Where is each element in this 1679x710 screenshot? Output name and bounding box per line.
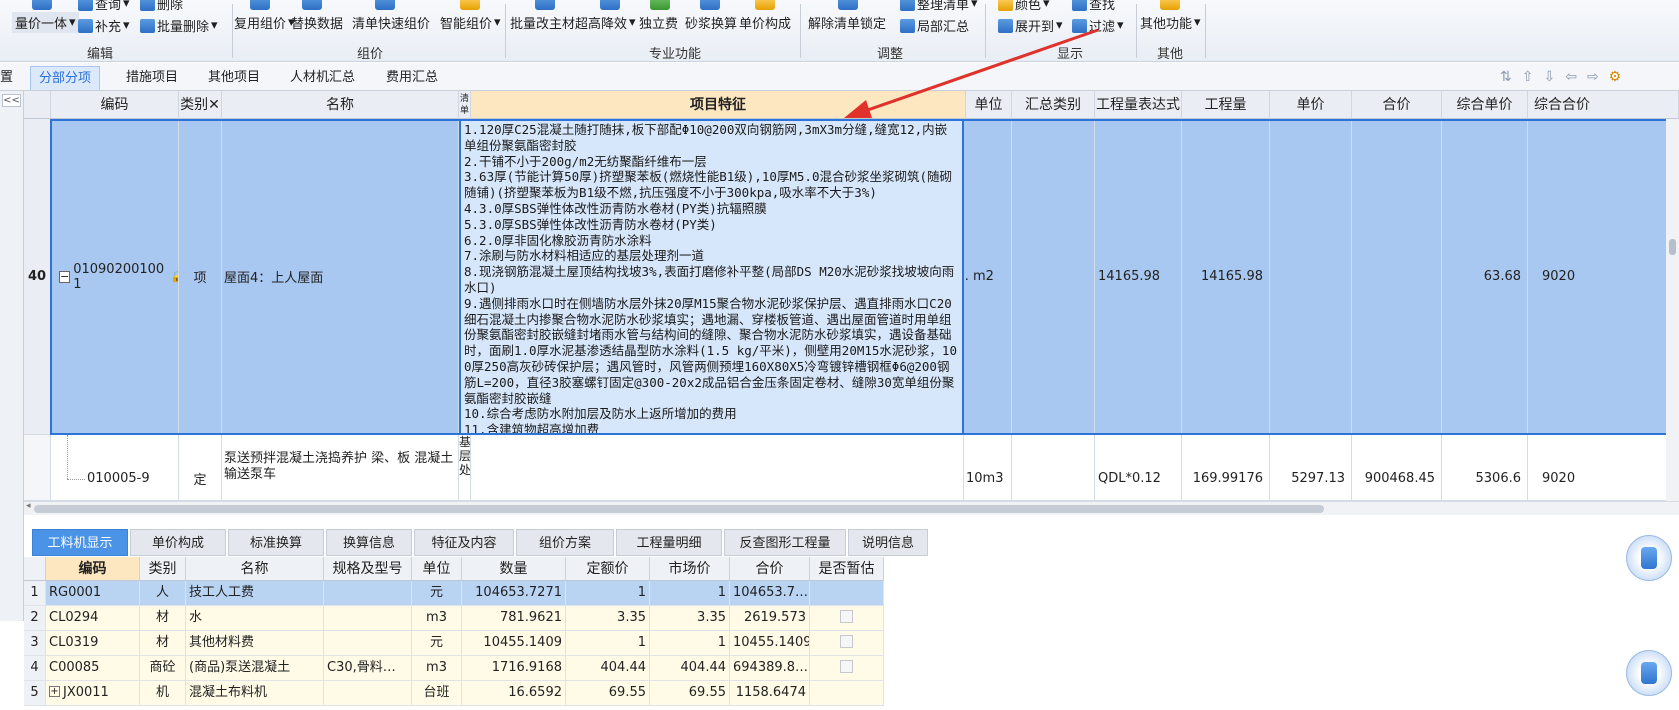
table-row-name[interactable]: 混凝土布料机	[186, 681, 324, 706]
table-row-market[interactable]: 1	[650, 581, 730, 606]
table-row-type[interactable]: 材	[140, 606, 186, 631]
table-row-qty[interactable]: 16.6592	[462, 681, 566, 706]
table-row-code[interactable]: CL0294	[46, 606, 140, 631]
tab-qty-detail[interactable]: 工程量明细	[616, 529, 722, 556]
bheader-market-price[interactable]: 市场价	[650, 557, 730, 581]
vertical-scrollbar[interactable]	[1666, 119, 1679, 501]
table-row-market[interactable]: 1	[650, 631, 730, 656]
table-row-unit[interactable]: m3	[412, 656, 462, 681]
scroll-thumb[interactable]	[1669, 239, 1676, 255]
table-row-unit[interactable]: 台班	[412, 681, 462, 706]
table-row-market[interactable]: 404.44	[650, 656, 730, 681]
table-row-type[interactable]: 商砼	[140, 656, 186, 681]
table-row-unit[interactable]: 元	[412, 631, 462, 656]
table-row-spec[interactable]	[324, 606, 412, 631]
assistant-bubble[interactable]	[1626, 535, 1672, 581]
bheader-total[interactable]: 合价	[730, 557, 810, 581]
bheader-type[interactable]: 类别	[140, 557, 186, 581]
bheader-code[interactable]: 编码	[46, 557, 140, 581]
table-row-qty[interactable]: 781.9621	[462, 606, 566, 631]
table-row-code[interactable]: C00085	[46, 656, 140, 681]
tab-features-content[interactable]: 特征及内容	[414, 529, 514, 556]
labor-material-table: 编码 类别 名称 规格及型号 单位 数量 定额价 市场价 合价 是否暂估 1 RG…	[24, 557, 924, 710]
table-row-type[interactable]: 机	[140, 681, 186, 706]
table-row-total[interactable]: 104653.7…	[730, 581, 810, 606]
table-row-name[interactable]: 技工人工费	[186, 581, 324, 606]
table-row-name[interactable]: 其他材料费	[186, 631, 324, 656]
table-row-spec[interactable]	[324, 681, 412, 706]
table-row-code[interactable]: + JX0011	[46, 681, 140, 706]
usb-icon	[1641, 662, 1657, 684]
horizontal-scrollbar[interactable]: ◂	[24, 501, 1679, 515]
bheader-spec[interactable]: 规格及型号	[324, 557, 412, 581]
table-row-name[interactable]: (商品)泵送混凝土	[186, 656, 324, 681]
table-row-qty[interactable]: 104653.7271	[462, 581, 566, 606]
table-row-quota[interactable]: 1	[566, 581, 650, 606]
table-row-est[interactable]	[810, 606, 884, 631]
table-row-market[interactable]: 3.35	[650, 606, 730, 631]
table-row-spec[interactable]	[324, 581, 412, 606]
tab-description[interactable]: 说明信息	[848, 529, 928, 556]
bheader-qty[interactable]: 数量	[462, 557, 566, 581]
estimate-checkbox[interactable]	[840, 635, 853, 648]
detail-tab-bar: 工料机显示 单价构成 标准换算 换算信息 特征及内容 组价方案 工程量明细 反查…	[24, 529, 1679, 557]
table-row-est[interactable]	[810, 631, 884, 656]
table-row-total[interactable]: 10455.1409	[730, 631, 810, 656]
bheader-rownum	[24, 557, 46, 581]
bheader-estimate[interactable]: 是否暂估	[810, 557, 884, 581]
estimate-checkbox[interactable]	[840, 610, 853, 623]
expand-plus-icon[interactable]: +	[49, 686, 60, 697]
table-row-unit[interactable]: 元	[412, 581, 462, 606]
bheader-name[interactable]: 名称	[186, 557, 324, 581]
table-row-quota[interactable]: 404.44	[566, 656, 650, 681]
table-row-total[interactable]: 694389.8…	[730, 656, 810, 681]
scroll-left-icon[interactable]: ◂	[26, 501, 31, 511]
table-row-type[interactable]: 材	[140, 631, 186, 656]
table-row-quota[interactable]: 1	[566, 631, 650, 656]
tab-reverse-graphic-qty[interactable]: 反查图形工程量	[724, 529, 846, 556]
table-row-spec[interactable]	[324, 631, 412, 656]
table-row-total[interactable]: 1158.6474	[730, 681, 810, 706]
tab-convert-info[interactable]: 换算信息	[326, 529, 412, 556]
bheader-unit[interactable]: 单位	[412, 557, 462, 581]
scroll-thumb[interactable]	[34, 505, 1324, 513]
tab-standard-convert[interactable]: 标准换算	[228, 529, 324, 556]
row-number: 3	[24, 631, 46, 656]
table-row-qty[interactable]: 1716.9168	[462, 656, 566, 681]
tab-pricing-scheme[interactable]: 组价方案	[516, 529, 614, 556]
tab-labor-material-display[interactable]: 工料机显示	[32, 529, 128, 556]
assistant-bubble[interactable]	[1626, 650, 1672, 696]
row-number: 2	[24, 606, 46, 631]
table-row-est[interactable]	[810, 656, 884, 681]
table-row-spec[interactable]: C30,骨料…	[324, 656, 412, 681]
table-row-quota[interactable]: 3.35	[566, 606, 650, 631]
table-row-est[interactable]	[810, 681, 884, 706]
table-row-unit[interactable]: m3	[412, 606, 462, 631]
table-row-code[interactable]: RG0001	[46, 581, 140, 606]
row-number: 5	[24, 681, 46, 706]
bheader-quota-price[interactable]: 定额价	[566, 557, 650, 581]
table-row-code[interactable]: CL0319	[46, 631, 140, 656]
table-row-est[interactable]	[810, 581, 884, 606]
table-row-quota[interactable]: 69.55	[566, 681, 650, 706]
table-row-total[interactable]: 2619.573	[730, 606, 810, 631]
estimate-checkbox[interactable]	[840, 660, 853, 673]
usb-icon	[1641, 547, 1657, 569]
row-number: 1	[24, 581, 46, 606]
table-row-type[interactable]: 人	[140, 581, 186, 606]
table-row-market[interactable]: 69.55	[650, 681, 730, 706]
tab-unit-price-comp[interactable]: 单价构成	[130, 529, 226, 556]
table-row-qty[interactable]: 10455.1409	[462, 631, 566, 656]
row-number: 4	[24, 656, 46, 681]
table-row-name[interactable]: 水	[186, 606, 324, 631]
